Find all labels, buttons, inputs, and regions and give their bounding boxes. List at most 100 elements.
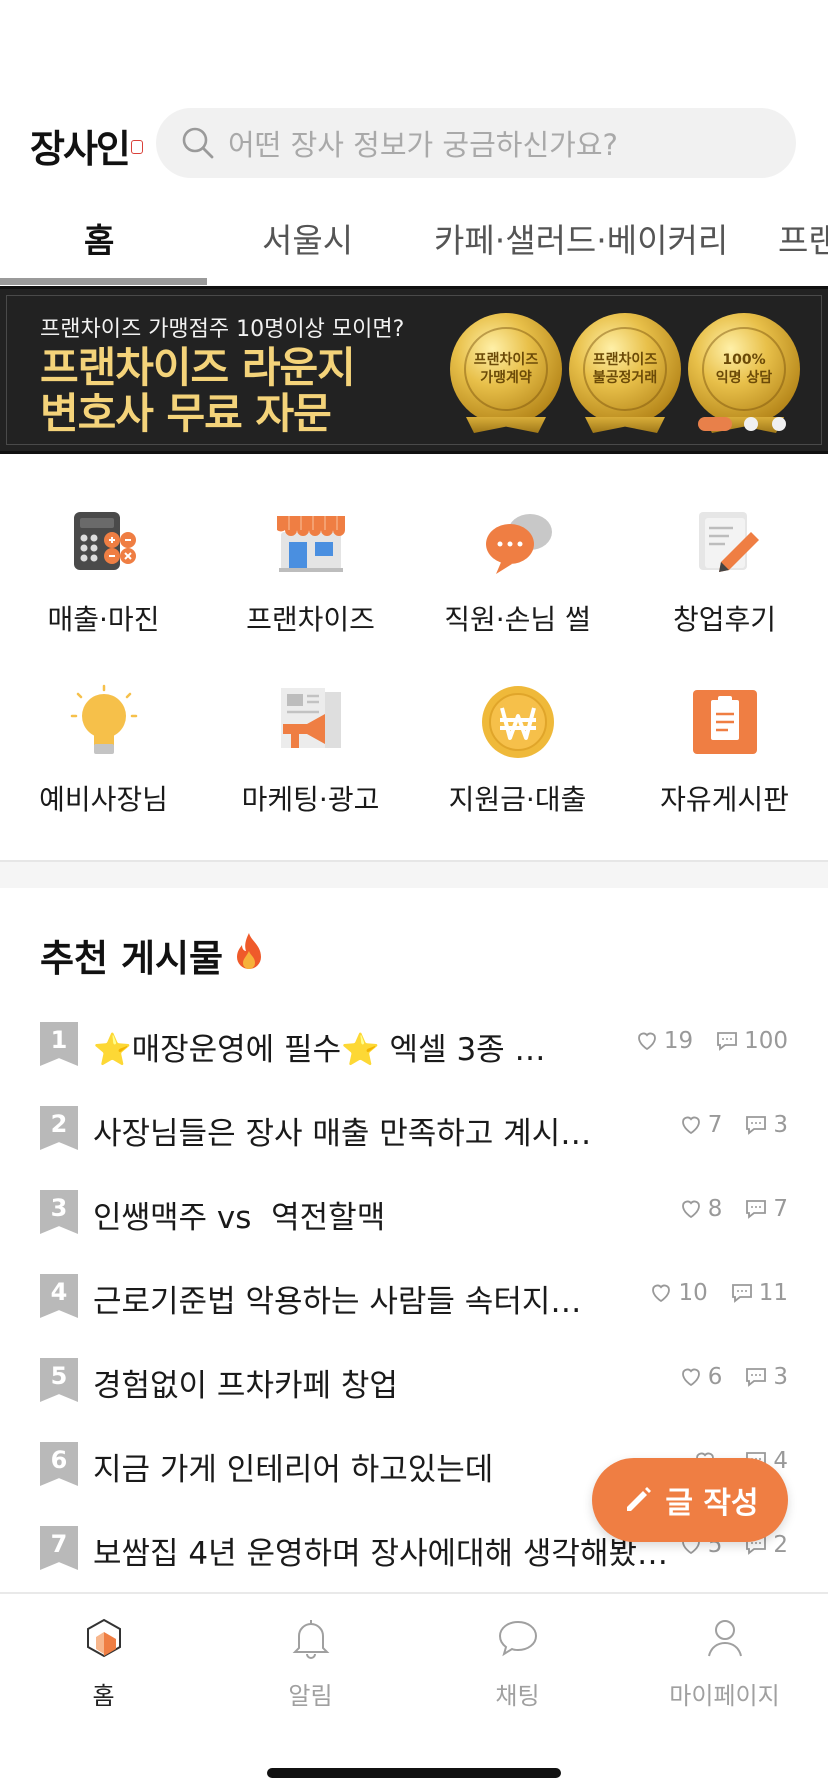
nav-label: 채팅: [495, 1682, 540, 1710]
comment-count: 11: [758, 1280, 788, 1306]
like-count: 8: [707, 1196, 723, 1222]
rank-badge: 3: [40, 1190, 78, 1234]
lightbulb-icon: [70, 684, 137, 754]
promo-banner[interactable]: 프랜차이즈 가맹점주 10명이상 모이면? 프랜차이즈 라운지 변호사 무료 자…: [0, 286, 828, 454]
heart-icon: [652, 1284, 671, 1303]
search-bar[interactable]: 어떤 장사 정보가 궁금하신가요?: [156, 108, 796, 178]
won-coin-icon: [481, 686, 554, 758]
search-placeholder: 어떤 장사 정보가 궁금하신가요?: [228, 128, 618, 162]
category-label: 마케팅·광고: [241, 783, 380, 816]
carousel-dot[interactable]: [772, 417, 786, 431]
category-sales-margin[interactable]: 매출·마진: [0, 478, 207, 638]
tab-cafe-salad-bakery[interactable]: 카페·샐러드·베이커리: [434, 214, 728, 262]
medal-text: 100% 익명 상담: [702, 327, 786, 411]
comment-count: 7: [773, 1196, 788, 1222]
post-stats: 10 11: [649, 1280, 788, 1306]
medal-badge: 프랜차이즈 불공정거래: [569, 313, 681, 425]
comment-count: 2: [773, 1532, 788, 1558]
like-count: 6: [707, 1364, 723, 1390]
write-post-label: 글 작성: [665, 1486, 759, 1521]
nav-label: 마이페이지: [669, 1682, 780, 1710]
nav-home[interactable]: 홈: [0, 1614, 207, 1711]
post-title: 인쌩맥주 vs 역전할맥: [93, 1200, 386, 1236]
category-label: 매출·마진: [47, 603, 160, 636]
megaphone-newspaper-icon: [280, 688, 341, 748]
app-logo[interactable]: 장사인: [30, 118, 143, 173]
tab-franchise[interactable]: 프랜: [778, 214, 828, 262]
like-count: 19: [663, 1028, 694, 1054]
tab-active-indicator: [0, 278, 207, 285]
storefront-icon: [276, 516, 345, 572]
rank-badge: 2: [40, 1106, 78, 1150]
rank-badge: 7: [40, 1526, 78, 1570]
heart-icon: [681, 1368, 700, 1387]
comment-count: 100: [744, 1028, 788, 1054]
chat-icon: [498, 1620, 537, 1657]
carousel-dot[interactable]: [744, 417, 758, 431]
nav-mypage[interactable]: 마이페이지: [621, 1614, 828, 1711]
medal-badge: 프랜차이즈 가맹계약: [450, 313, 562, 425]
banner-title: 프랜차이즈 라운지 변호사 무료 자문: [40, 343, 356, 438]
category-marketing-ads[interactable]: 마케팅·광고: [207, 658, 414, 818]
app-header: 장사인 어떤 장사 정보가 궁금하신가요?: [0, 0, 828, 190]
post-title: 근로기준법 악용하는 사람들 속터지네요.: [93, 1284, 593, 1320]
category-label: 직원·손님 썰: [444, 603, 591, 636]
category-pre-owner[interactable]: 예비사장님: [0, 658, 207, 818]
comment-count: 3: [773, 1112, 788, 1138]
rank-badge: 1: [40, 1022, 78, 1066]
post-stats: 8 7: [679, 1196, 788, 1222]
category-label: 자유게시판: [660, 783, 789, 816]
post-item[interactable]: 4 근로기준법 악용하는 사람들 속터지네요. 10 11: [0, 1254, 828, 1338]
nav-label: 홈: [92, 1682, 115, 1710]
post-stats: 19 100: [635, 1028, 788, 1054]
pencil-icon: [627, 1487, 652, 1511]
comment-icon: [746, 1368, 767, 1387]
tab-seoul[interactable]: 서울시: [262, 214, 353, 262]
fire-icon: [237, 933, 262, 969]
medal-text: 프랜차이즈 불공정거래: [583, 327, 667, 411]
post-item[interactable]: 5 경험없이 프차카페 창업 6 3: [0, 1338, 828, 1422]
post-title: 사장님들은 장사 매출 만족하고 계시나요: [93, 1116, 613, 1152]
comment-icon: [717, 1032, 737, 1051]
post-item[interactable]: 3 인쌩맥주 vs 역전할맥 8 7: [0, 1170, 828, 1254]
category-label: 예비사장님: [39, 783, 168, 816]
post-item[interactable]: 1 ⭐매장운영에 필수⭐ 엑셀 3종 서식 19 100: [0, 1002, 828, 1086]
bell-icon: [292, 1620, 329, 1659]
category-label: 프랜차이즈: [246, 603, 375, 636]
category-staff-customer[interactable]: 직원·손님 썰: [414, 478, 621, 638]
clipboard-icon: [692, 690, 757, 754]
category-tabs: 홈 서울시 카페·샐러드·베이커리 프랜: [0, 196, 828, 286]
recommended-title-text: 추천 게시물: [40, 937, 224, 980]
heart-icon: [637, 1032, 656, 1051]
medal-text: 프랜차이즈 가맹계약: [464, 327, 548, 411]
tab-home[interactable]: 홈: [84, 214, 114, 262]
comment-icon: [746, 1200, 767, 1219]
notepad-pencil-icon: [698, 512, 759, 572]
post-item[interactable]: 2 사장님들은 장사 매출 만족하고 계시나요 7 3: [0, 1086, 828, 1170]
category-startup-review[interactable]: 창업후기: [621, 478, 828, 638]
category-grid: 매출·마진 프랜차이즈 직원·손님 썰 창업후기 예비사장님 마케팅·광고 지원…: [0, 478, 828, 848]
recommended-title: 추천 게시물: [40, 928, 269, 982]
write-post-button[interactable]: 글 작성: [592, 1458, 788, 1542]
section-divider: [0, 860, 828, 888]
like-count: 7: [707, 1112, 723, 1138]
category-franchise[interactable]: 프랜차이즈: [207, 478, 414, 638]
carousel-pagination: [698, 417, 800, 431]
heart-icon: [681, 1200, 700, 1219]
search-icon: [182, 127, 214, 159]
category-label: 지원금·대출: [448, 783, 587, 816]
nav-label: 알림: [288, 1682, 333, 1710]
category-grant-loan[interactable]: 지원금·대출: [414, 658, 621, 818]
post-title: 경험없이 프차카페 창업: [93, 1368, 398, 1404]
category-free-board[interactable]: 자유게시판: [621, 658, 828, 818]
rank-badge: 5: [40, 1358, 78, 1402]
medal-badge: 100% 익명 상담: [688, 313, 800, 425]
bottom-navigation: 홈 알림 채팅 마이페이지: [0, 1592, 828, 1792]
category-label: 창업후기: [672, 603, 777, 636]
carousel-dot-active[interactable]: [698, 417, 732, 431]
home-indicator: [267, 1768, 561, 1778]
nav-notifications[interactable]: 알림: [207, 1614, 414, 1711]
calculator-icon: [73, 512, 136, 570]
banner-subtitle: 프랜차이즈 가맹점주 10명이상 모이면?: [40, 317, 405, 342]
nav-chat[interactable]: 채팅: [414, 1614, 621, 1711]
